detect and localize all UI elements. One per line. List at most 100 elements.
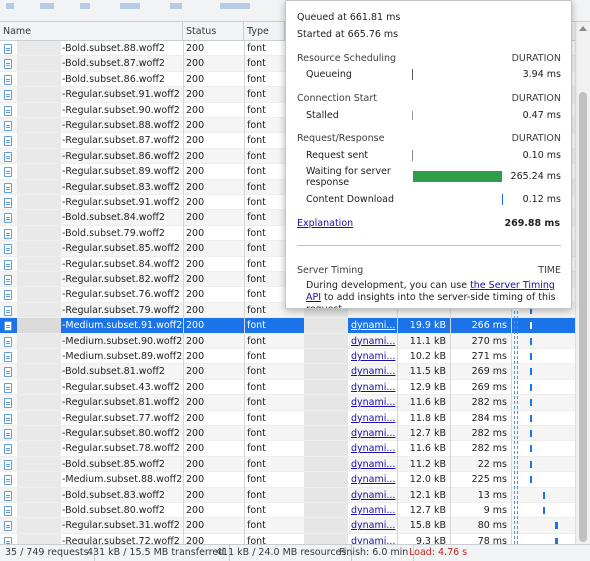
document-icon [4, 136, 12, 147]
waterfall-bar[interactable] [542, 491, 546, 499]
waterfall-bar[interactable] [529, 430, 532, 437]
request-name: -Bold.subset.86.woff2 [62, 73, 165, 85]
table-row[interactable]: -Regular.subset.78.woff2 200 font dynami...… [0, 441, 575, 457]
waterfall-bar[interactable] [529, 460, 532, 468]
request-name: -Regular.subset.77.woff2 [62, 412, 180, 424]
waterfall-bar[interactable] [529, 445, 532, 453]
table-row[interactable]: -Medium.subset.89.woff2 200 font dynami... 1… [0, 349, 575, 365]
resource-size: 10.2 kB [409, 351, 446, 362]
redacted-cell [304, 426, 348, 441]
initiator-link[interactable]: dynami... [348, 395, 397, 409]
initiator-link[interactable]: dynami... [348, 518, 397, 532]
resource-type: font [247, 458, 266, 470]
resource-size: 12.7 kB [409, 505, 446, 516]
resource-size: 11.5 kB [409, 366, 446, 378]
initiator-link[interactable]: dynami... [348, 349, 397, 363]
name-prefix-redacted [17, 287, 61, 302]
request-name: -Regular.subset.81.woff2 [62, 397, 180, 409]
header-status[interactable]: Status [183, 22, 244, 41]
timing-bar [412, 150, 413, 161]
initiator-link[interactable]: dynami... [348, 488, 397, 502]
name-prefix-redacted [17, 302, 61, 318]
initiator-link[interactable]: dynami... [348, 457, 397, 471]
explanation-link[interactable]: Explanation [297, 218, 353, 229]
timing-row-request-sent: Request sent 0.10 ms [306, 150, 561, 163]
waterfall-bar[interactable] [542, 507, 546, 514]
resource-type: font [247, 397, 266, 409]
request-name: -Regular.subset.31.woff2 [62, 520, 180, 532]
resource-type: font [247, 366, 266, 378]
resource-type: font [247, 335, 266, 347]
name-prefix-redacted [17, 456, 61, 472]
waterfall-bar[interactable] [529, 322, 532, 330]
note-text: During development, you can use [306, 280, 471, 291]
waterfall-bar[interactable] [529, 383, 532, 391]
initiator-link[interactable]: dynami... [348, 441, 397, 455]
table-row[interactable]: -Regular.subset.43.woff2 200 font dynami...… [0, 379, 575, 396]
request-name: -Regular.subset.78.woff2 [62, 443, 180, 455]
section-title: Server Timing [297, 265, 364, 276]
table-row[interactable]: -Regular.subset.31.woff2 200 font dynami...… [0, 518, 575, 534]
request-name: -Medium.subset.91.woff2 [62, 320, 183, 332]
name-prefix-redacted [17, 87, 61, 102]
request-name: -Regular.subset.80.woff2 [62, 428, 180, 439]
waterfall-bar[interactable] [529, 476, 532, 484]
vertical-scrollbar[interactable] [575, 22, 590, 544]
waterfall-bar[interactable] [529, 337, 532, 345]
redacted-cell [304, 503, 348, 518]
redacted-cell [304, 441, 348, 456]
name-prefix-redacted [17, 56, 61, 71]
section-request-response: Request/Response DURATION [297, 133, 561, 146]
document-icon [4, 44, 12, 54]
duration-header: DURATION [511, 93, 561, 104]
initiator-link[interactable]: dynami... [348, 503, 397, 517]
initiator-link[interactable]: dynami... [348, 411, 397, 425]
table-row[interactable]: -Bold.subset.81.woff2 200 font dynami... 11.… [0, 364, 575, 380]
timeline-mark [220, 3, 250, 9]
header-type[interactable]: Type [244, 22, 285, 41]
table-row[interactable]: -Bold.subset.83.woff2 200 font dynami... 12.… [0, 487, 575, 503]
request-time: 80 ms [477, 520, 507, 532]
initiator-link[interactable]: dynami... [348, 472, 397, 486]
scroll-thumb[interactable] [579, 92, 587, 542]
header-name[interactable]: Name [0, 22, 183, 41]
waterfall-bar[interactable] [529, 368, 532, 376]
initiator-link[interactable]: dynami... [348, 426, 397, 440]
table-row[interactable]: -Regular.subset.77.woff2 200 font dynami...… [0, 410, 575, 426]
initiator-link[interactable]: dynami... [348, 364, 397, 378]
waterfall-bar[interactable] [529, 399, 532, 407]
table-row[interactable]: -Medium.subset.88.woff2 200 font dynami... 1… [0, 472, 575, 488]
redacted-cell [304, 472, 348, 487]
table-row[interactable]: -Bold.subset.85.woff2 200 font dynami... 11.… [0, 456, 575, 473]
waterfall-bar[interactable] [529, 414, 532, 422]
request-name: -Regular.subset.85.woff2 [62, 243, 180, 255]
name-prefix-redacted [17, 410, 61, 425]
request-time: 282 ms [471, 443, 507, 455]
table-row[interactable]: -Medium.subset.90.woff2 200 font dynami... 1… [0, 333, 575, 349]
initiator-link[interactable]: dynami... [348, 334, 397, 348]
status-code: 200 [186, 258, 205, 270]
section-title: Connection Start [297, 93, 377, 104]
waterfall-bar[interactable] [555, 522, 558, 530]
request-count: 35 / 749 requests [0, 545, 95, 561]
timing-bar-waiting [413, 171, 502, 182]
timing-value: 265.24 ms [510, 171, 561, 182]
initiator-link[interactable]: dynami... [348, 380, 397, 394]
timeline-mark [80, 3, 90, 9]
scroll-up-icon[interactable] [579, 26, 587, 31]
table-row[interactable]: -Regular.subset.81.woff2 200 font dynami...… [0, 395, 575, 411]
timing-row-waiting: Waiting for server response 265.24 ms [306, 166, 561, 190]
initiator-link[interactable]: dynami... [348, 318, 397, 332]
table-row[interactable]: -Medium.subset.91.woff2 200 font dynami... 1… [0, 318, 575, 334]
resource-type: font [247, 412, 266, 424]
request-time: 269 ms [471, 366, 507, 378]
table-row[interactable]: -Regular.subset.80.woff2 200 font dynami...… [0, 426, 575, 442]
duration-header: DURATION [511, 133, 561, 144]
table-row[interactable]: -Bold.subset.80.woff2 200 font dynami... 12.… [0, 503, 575, 519]
timing-label: Request sent [306, 150, 369, 161]
waterfall-bar[interactable] [529, 353, 532, 360]
timing-bar [502, 194, 503, 205]
resource-size: 12.7 kB [409, 428, 446, 439]
document-icon [4, 382, 12, 393]
document-icon [4, 198, 12, 208]
